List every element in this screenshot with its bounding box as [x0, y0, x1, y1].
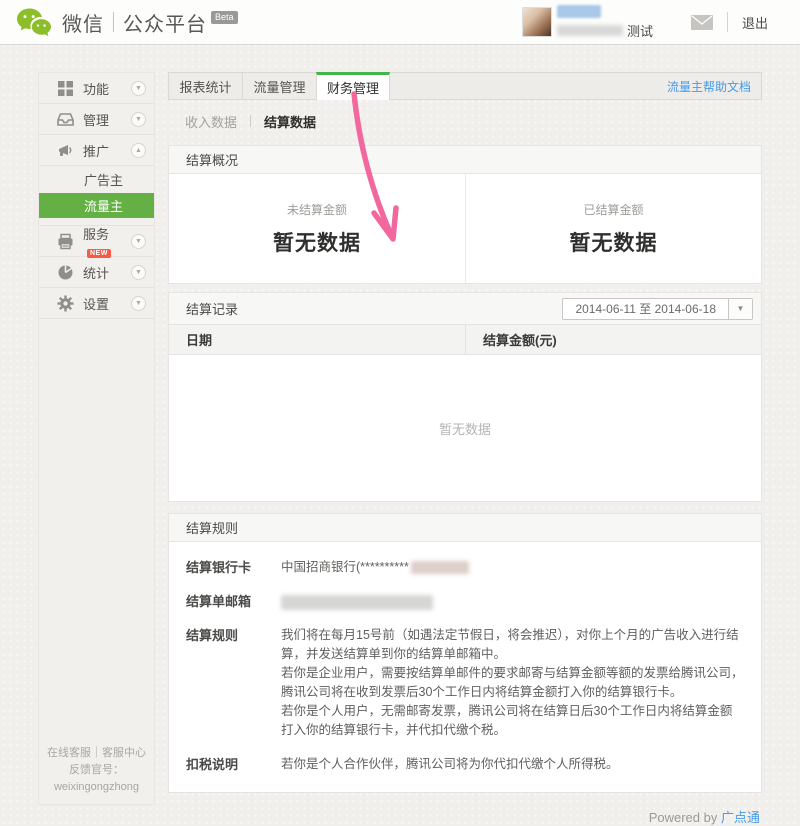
records-empty-state: 暂无数据: [169, 355, 761, 501]
subtab-settlement-data[interactable]: 结算数据: [264, 112, 316, 131]
bank-card-value: 中国招商银行(**********: [281, 558, 744, 577]
account-area: 测试 退出: [522, 5, 778, 40]
guangdiantong-link[interactable]: 广点通: [721, 810, 760, 825]
sidebar-subitem-advertiser[interactable]: 广告主: [39, 166, 154, 193]
statement-email-row: 结算单邮箱: [186, 592, 744, 611]
tax-note-row: 扣税说明 若你是个人合作伙伴，腾讯公司将为你代扣代缴个人所得税。: [186, 755, 744, 774]
settlement-rules-title: 结算规则: [169, 514, 761, 542]
account-name-redacted: [557, 25, 623, 36]
brand-separator: [113, 12, 114, 32]
main-content: 报表统计 流量管理 财务管理 流量主帮助文档 收入数据 结算数据 结算概况 未结…: [168, 72, 762, 826]
settled-amount-value: 暂无数据: [570, 227, 658, 257]
unsettled-amount-block: 未结算金额 暂无数据: [169, 174, 465, 283]
wechat-logo-icon: [16, 7, 52, 38]
sidebar-item-promotion[interactable]: 推广 ▲: [39, 135, 154, 166]
bank-card-redacted: [411, 561, 469, 574]
statement-email-value: [281, 592, 744, 611]
new-badge: NEW: [87, 249, 111, 258]
sidebar-subitem-traffic-owner[interactable]: 流量主: [39, 193, 154, 218]
tax-note-label: 扣税说明: [186, 755, 281, 774]
inbox-icon: [57, 111, 74, 128]
tab-financial-management[interactable]: 财务管理: [316, 72, 390, 100]
brand: 微信 公众平台 Beta: [16, 7, 238, 38]
chevron-down-icon[interactable]: ▼: [131, 265, 146, 280]
records-table-header: 日期 结算金额(元): [169, 325, 761, 355]
column-date: 日期: [169, 325, 465, 354]
subtab-divider: [250, 115, 251, 127]
settlement-rule-label: 结算规则: [186, 626, 281, 740]
beta-badge: Beta: [211, 11, 238, 24]
sidebar-item-manage[interactable]: 管理 ▼: [39, 104, 154, 135]
chevron-up-icon[interactable]: ▲: [131, 143, 146, 158]
unsettled-amount-label: 未结算金额: [287, 201, 347, 218]
sidebar-item-features[interactable]: 功能 ▼: [39, 73, 154, 104]
chevron-down-icon[interactable]: ▼: [131, 234, 146, 249]
settlement-records-title: 结算记录: [186, 299, 238, 318]
subtab-income-data[interactable]: 收入数据: [185, 112, 237, 131]
date-range-select[interactable]: 2014-06-11 至 2014-06-18 ▼: [562, 298, 753, 320]
date-range-value: 2014-06-11 至 2014-06-18: [563, 299, 728, 319]
logout-button[interactable]: 退出: [732, 9, 778, 36]
settled-amount-block: 已结算金额 暂无数据: [465, 174, 761, 283]
brand-wechat-text: 微信: [62, 8, 104, 37]
bank-card-row: 结算银行卡 中国招商银行(**********: [186, 558, 744, 577]
chevron-down-icon[interactable]: ▼: [131, 296, 146, 311]
tab-report-statistics[interactable]: 报表统计: [169, 73, 243, 99]
bank-card-label: 结算银行卡: [186, 558, 281, 577]
mail-icon[interactable]: [691, 15, 713, 35]
settled-amount-label: 已结算金额: [583, 201, 643, 218]
settlement-rule-row: 结算规则 我们将在每月15号前（如遇法定节假日，将会推迟），对你上个月的广告收入…: [186, 626, 744, 740]
sub-tab-bar: 收入数据 结算数据: [168, 100, 762, 142]
tax-note-text: 若你是个人合作伙伴，腾讯公司将为你代扣代缴个人所得税。: [281, 755, 744, 774]
settlement-overview-panel: 结算概况 未结算金额 暂无数据 已结算金额 暂无数据: [168, 145, 762, 284]
sidebar-item-settings[interactable]: 设置 ▼: [39, 288, 154, 319]
support-links[interactable]: 在线客服｜客服中心: [39, 745, 154, 762]
tab-strip: 报表统计 流量管理 财务管理 流量主帮助文档: [168, 72, 762, 100]
statement-email-redacted: [281, 595, 433, 610]
chevron-down-icon[interactable]: ▼: [131, 112, 146, 127]
pie-chart-icon: [57, 264, 74, 281]
statement-email-label: 结算单邮箱: [186, 592, 281, 611]
account-type-badge: [557, 5, 601, 18]
grid-icon: [57, 80, 74, 97]
avatar[interactable]: [522, 7, 552, 37]
dropdown-caret-icon[interactable]: ▼: [728, 299, 752, 319]
settlement-records-panel: 结算记录 2014-06-11 至 2014-06-18 ▼ 日期 结算金额(元…: [168, 292, 762, 502]
top-bar: 微信 公众平台 Beta 测试 退出: [0, 0, 800, 45]
unsettled-amount-value: 暂无数据: [273, 227, 361, 257]
chevron-down-icon[interactable]: ▼: [131, 81, 146, 96]
sidebar-footer: 在线客服｜客服中心 反馈官号：weixingongzhong: [39, 745, 154, 796]
powered-by: Powered by 广点通: [168, 807, 760, 826]
top-bar-divider: [727, 12, 728, 32]
traffic-owner-help-link[interactable]: 流量主帮助文档: [667, 73, 761, 99]
column-settlement-amount: 结算金额(元): [465, 325, 761, 354]
gear-icon: [57, 295, 74, 312]
sidebar-item-statistics[interactable]: 统计 ▼: [39, 257, 154, 288]
brand-platform-text: 公众平台: [123, 8, 207, 37]
feedback-account: 反馈官号：weixingongzhong: [39, 762, 154, 796]
settlement-rules-panel: 结算规则 结算银行卡 中国招商银行(********** 结算单邮箱 结算规则 …: [168, 513, 762, 793]
settlement-rule-text: 我们将在每月15号前（如遇法定节假日，将会推迟），对你上个月的广告收入进行结算，…: [281, 626, 744, 740]
account-info: 测试: [557, 5, 689, 40]
tab-traffic-management[interactable]: 流量管理: [243, 73, 317, 99]
sidebar-item-service[interactable]: 服务NEW ▼: [39, 226, 154, 257]
megaphone-icon: [57, 142, 74, 159]
printer-icon: [57, 233, 74, 250]
account-name-suffix: 测试: [627, 21, 653, 40]
sidebar: 功能 ▼ 管理 ▼ 推广 ▲ 广告主 流量主: [38, 72, 155, 805]
settlement-overview-title: 结算概况: [169, 146, 761, 174]
